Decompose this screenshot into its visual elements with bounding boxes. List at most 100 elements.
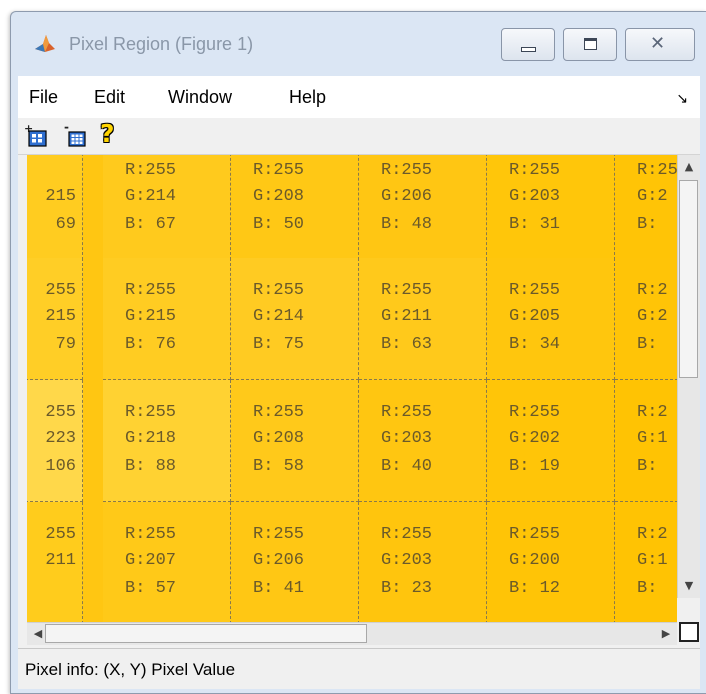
pixel-blue-value: B: 41 bbox=[253, 579, 305, 598]
vertical-scrollbar[interactable]: ▲ ▼ bbox=[677, 155, 700, 598]
scroll-down-icon[interactable]: ▼ bbox=[679, 576, 699, 596]
pixel-cell: R:255 G:200 B: 12 bbox=[487, 502, 615, 622]
pixel-blue-value: B: 76 bbox=[125, 335, 177, 354]
pixel-red-value: R:255 bbox=[381, 281, 433, 300]
pixel-blue-value: B: 23 bbox=[381, 579, 433, 598]
pixel-green-value: G:205 bbox=[509, 307, 561, 326]
help-button[interactable]: ? bbox=[98, 119, 124, 149]
pixel-red-value: R:2 bbox=[637, 525, 668, 544]
pixel-blue-value: B: bbox=[637, 335, 658, 354]
pixel-red-value: R:255 bbox=[381, 525, 433, 544]
pixel-blue-value: B: 67 bbox=[125, 215, 177, 234]
pixel-cell: R:255 G:203 B: 31 bbox=[487, 155, 615, 260]
pixel-blue-value: B: 57 bbox=[125, 579, 177, 598]
pixel-cell: 255 211 bbox=[27, 502, 83, 622]
minimize-button[interactable] bbox=[501, 28, 555, 61]
svg-text:-: - bbox=[64, 123, 69, 134]
pixel-green-value: 211 bbox=[45, 551, 76, 570]
pixel-red-value: R:255 bbox=[125, 403, 177, 422]
scroll-right-icon[interactable]: ▶ bbox=[656, 624, 676, 644]
pixel-cell: R:255 G:214 B: 75 bbox=[231, 258, 359, 380]
pixel-cell: R:255 G:2 B: bbox=[615, 155, 677, 260]
matlab-icon bbox=[35, 35, 55, 52]
pixel-blue-value: B: bbox=[637, 457, 658, 476]
menu-window[interactable]: Window bbox=[168, 87, 232, 108]
pixel-red-value: R:255 bbox=[637, 161, 677, 180]
horizontal-scrollbar[interactable]: ◀ ▶ bbox=[27, 622, 677, 645]
dock-arrow-icon[interactable]: ↘ bbox=[676, 91, 688, 107]
horizontal-scroll-thumb[interactable] bbox=[45, 624, 367, 643]
scroll-up-icon[interactable]: ▲ bbox=[679, 157, 699, 177]
pixel-region-view[interactable]: 215 69 R:255 G:214 B: 67 R:255 G:208 B: 50 R:25… bbox=[27, 155, 677, 622]
pixel-green-value: G:215 bbox=[125, 307, 177, 326]
pixel-green-value: G:208 bbox=[253, 187, 305, 206]
pixel-blue-value: B: 31 bbox=[509, 215, 561, 234]
pixel-green-value: G:203 bbox=[509, 187, 561, 206]
window-client-area: File Edit Window Help ↘ + - ? 215 69 R:2… bbox=[18, 76, 700, 689]
menu-file[interactable]: File bbox=[29, 87, 58, 108]
pixel-blue-value: B: 75 bbox=[253, 335, 305, 354]
pixel-green-value: G:211 bbox=[381, 307, 433, 326]
pixel-cell: R:255 G:208 B: 50 bbox=[231, 155, 359, 260]
pixel-blue-value: B: 50 bbox=[253, 215, 305, 234]
pixel-red-value: R:255 bbox=[381, 403, 433, 422]
pixel-green-value: G:200 bbox=[509, 551, 561, 570]
pixel-cell: R:255 G:208 B: 58 bbox=[231, 380, 359, 502]
pixel-red-value: 255 bbox=[45, 403, 76, 422]
shrink-region-button[interactable]: - bbox=[63, 120, 89, 149]
pixel-green-value: G:2 bbox=[637, 307, 668, 326]
menu-help[interactable]: Help bbox=[289, 87, 326, 108]
pixel-green-value: G:1 bbox=[637, 551, 668, 570]
pixel-blue-value: B: 34 bbox=[509, 335, 561, 354]
expand-region-button[interactable]: + bbox=[24, 122, 50, 149]
pixel-red-value: R:255 bbox=[381, 161, 433, 180]
shrink-region-icon: - bbox=[64, 120, 86, 147]
pixel-blue-value: 106 bbox=[45, 457, 76, 476]
menu-edit[interactable]: Edit bbox=[94, 87, 125, 108]
pixel-green-value: 215 bbox=[45, 187, 76, 206]
window-title: Pixel Region (Figure 1) bbox=[69, 34, 254, 54]
pixel-blue-value: B: 40 bbox=[381, 457, 433, 476]
pixel-green-value: G:208 bbox=[253, 429, 305, 448]
pixel-green-value: G:206 bbox=[381, 187, 433, 206]
pixel-red-value: R:255 bbox=[125, 281, 177, 300]
status-bar: Pixel info: (X, Y) Pixel Value bbox=[18, 648, 700, 689]
title-bar[interactable]: Pixel Region (Figure 1) ✕ bbox=[11, 12, 706, 74]
close-icon: ✕ bbox=[650, 33, 666, 54]
minimize-icon bbox=[521, 47, 536, 52]
pixel-green-value: G:214 bbox=[125, 187, 177, 206]
close-button[interactable]: ✕ bbox=[625, 28, 695, 61]
pixel-blue-value: B: 88 bbox=[125, 457, 177, 476]
pixel-green-value: G:218 bbox=[125, 429, 177, 448]
pixel-green-value: 223 bbox=[45, 429, 76, 448]
help-icon: ? bbox=[100, 119, 115, 148]
pixel-cell: 255 215 79 bbox=[27, 258, 83, 380]
pixel-green-value: G:203 bbox=[381, 429, 433, 448]
maximize-button[interactable] bbox=[563, 28, 617, 61]
pixel-cell: R:2 G:1 B: bbox=[615, 502, 677, 622]
pixel-blue-value: B: 63 bbox=[381, 335, 433, 354]
pixel-red-value: R:255 bbox=[509, 525, 561, 544]
pixel-cell: 215 69 bbox=[27, 155, 83, 260]
pixel-blue-value: B: 19 bbox=[509, 457, 561, 476]
pixel-green-value: 215 bbox=[45, 307, 76, 326]
pixel-red-value: R:2 bbox=[637, 281, 668, 300]
pixel-green-value: G:206 bbox=[253, 551, 305, 570]
pixel-blue-value: 79 bbox=[45, 335, 76, 354]
pixel-cell: R:255 G:206 B: 48 bbox=[359, 155, 487, 260]
pixel-green-value: G:2 bbox=[637, 187, 668, 206]
pixel-region-window: Pixel Region (Figure 1) ✕ File Edit Wind… bbox=[10, 11, 706, 694]
pixel-cell: R:255 G:203 B: 40 bbox=[359, 380, 487, 502]
pixel-red-value: R:255 bbox=[253, 403, 305, 422]
pixel-cell: R:255 G:203 B: 23 bbox=[359, 502, 487, 622]
pixel-red-value: R:255 bbox=[253, 525, 305, 544]
pixel-red-value: R:255 bbox=[125, 525, 177, 544]
pixel-red-value: R:2 bbox=[637, 403, 668, 422]
pixel-green-value: G:203 bbox=[381, 551, 433, 570]
menu-bar: File Edit Window Help ↘ bbox=[18, 76, 700, 118]
pixel-cell: 255 223 106 bbox=[27, 380, 83, 502]
pixel-blue-value: B: bbox=[637, 215, 658, 234]
vertical-scroll-thumb[interactable] bbox=[679, 180, 698, 378]
pixel-green-value: G:207 bbox=[125, 551, 177, 570]
pixel-red-value: R:255 bbox=[253, 281, 305, 300]
